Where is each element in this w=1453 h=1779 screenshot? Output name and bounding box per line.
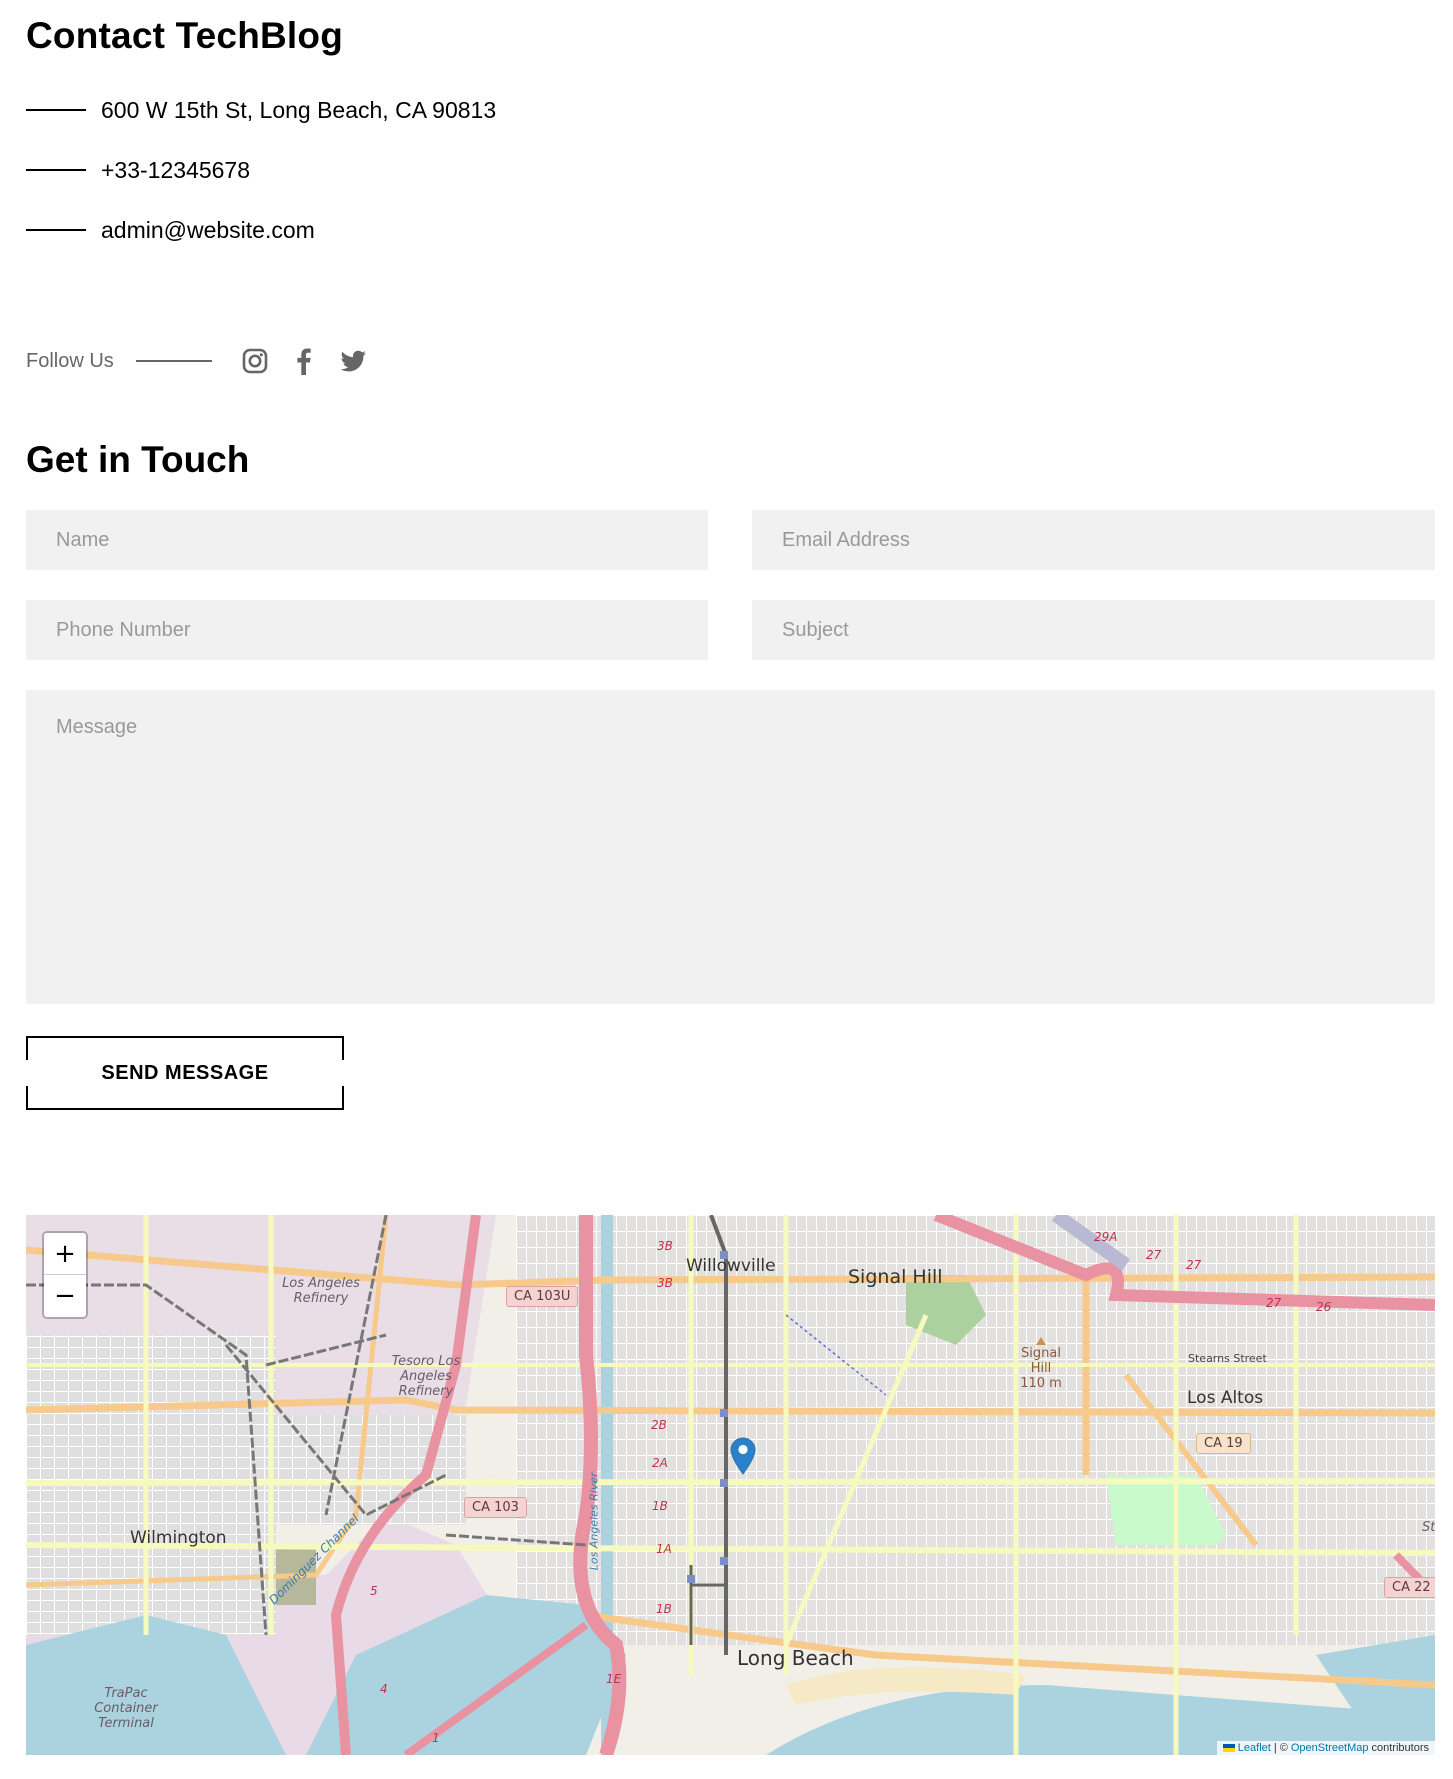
instagram-icon[interactable] — [240, 346, 270, 376]
dash-divider — [26, 229, 86, 231]
map-label-trapac-terminal: TraPac Container Terminal — [94, 1686, 158, 1731]
subject-input[interactable] — [752, 600, 1435, 660]
leaflet-link[interactable]: Leaflet — [1238, 1742, 1271, 1754]
ukraine-flag-icon — [1222, 1744, 1235, 1752]
map-label-partial: Sta — [1422, 1520, 1435, 1535]
exit-label: 1 — [432, 1731, 440, 1745]
exit-label: 3B — [657, 1276, 673, 1290]
openstreetmap-link[interactable]: OpenStreetMap — [1291, 1742, 1369, 1754]
phone-text: +33-12345678 — [101, 157, 251, 183]
map-zoom-control: + − — [42, 1231, 88, 1319]
map-label-signal-hill: Signal Hill — [848, 1266, 943, 1288]
dash-divider — [26, 109, 86, 111]
social-links — [240, 346, 387, 376]
form-title: Get in Touch — [26, 439, 250, 480]
shield-ca-103u: CA 103U — [506, 1286, 579, 1307]
contact-email: admin@website.com — [26, 200, 496, 260]
peak-icon — [1036, 1337, 1046, 1345]
send-message-button[interactable]: SEND MESSAGE — [26, 1036, 344, 1110]
map-label-wilmington: Wilmington — [130, 1528, 227, 1548]
exit-label: 1B — [652, 1499, 668, 1513]
map-label-los-altos: Los Altos — [1187, 1388, 1264, 1408]
twitter-icon[interactable] — [338, 346, 368, 376]
shield-ca-103: CA 103 — [464, 1497, 527, 1518]
email-text: admin@website.com — [101, 217, 315, 243]
contact-address: 600 W 15th St, Long Beach, CA 90813 — [26, 80, 496, 140]
shield-ca-19: CA 19 — [1196, 1433, 1251, 1454]
message-textarea[interactable] — [26, 690, 1435, 1004]
exit-label: 1B — [656, 1602, 672, 1616]
exit-label: 4 — [380, 1682, 388, 1696]
peak-elevation: 110 m — [1020, 1375, 1062, 1391]
page-title: Contact TechBlog — [26, 15, 344, 56]
map-label-stearns-street: Stearns Street — [1188, 1352, 1267, 1365]
address-text: 600 W 15th St, Long Beach, CA 90813 — [101, 97, 497, 123]
exit-label: 27 — [1266, 1296, 1282, 1310]
exit-label: 27 — [1186, 1258, 1202, 1272]
follow-us-label: Follow Us — [26, 349, 114, 372]
exit-label: 2A — [652, 1456, 668, 1470]
contact-phone: +33-12345678 — [26, 140, 496, 200]
zoom-out-button[interactable]: − — [44, 1275, 86, 1317]
zoom-in-button[interactable]: + — [44, 1233, 86, 1275]
attribution-suffix: contributors — [1371, 1742, 1429, 1754]
name-input[interactable] — [26, 510, 708, 570]
phone-input[interactable] — [26, 600, 708, 660]
exit-label: 2B — [651, 1418, 667, 1432]
map-label-willowville: Willowville — [686, 1256, 776, 1276]
peak-name: Signal Hill — [1021, 1346, 1061, 1376]
follow-us: Follow Us — [26, 345, 387, 377]
exit-label: 27 — [1146, 1248, 1162, 1262]
exit-label: 3B — [657, 1239, 673, 1253]
exit-label: 1E — [606, 1672, 622, 1686]
map-label-signal-hill-peak: Signal Hill 110 m — [1016, 1337, 1066, 1392]
map-attribution: Leaflet | © OpenStreetMap contributors — [1216, 1741, 1435, 1755]
map-marker-icon[interactable] — [730, 1437, 756, 1475]
map[interactable]: Willowville Signal Hill Los Altos Wilmin… — [26, 1215, 1435, 1755]
exit-label: 26 — [1316, 1300, 1332, 1314]
map-label-tesoro-refinery: Tesoro Los Angeles Refinery — [391, 1354, 461, 1399]
contact-info-list: 600 W 15th St, Long Beach, CA 90813 +33-… — [26, 80, 496, 260]
follow-divider — [135, 360, 212, 362]
shield-ca-22: CA 22 — [1384, 1577, 1435, 1598]
map-label-la-river: Los Angeles River — [587, 1472, 601, 1571]
email-input[interactable] — [752, 510, 1435, 570]
exit-label: 5 — [370, 1584, 378, 1598]
dash-divider — [26, 169, 86, 171]
map-label-long-beach: Long Beach — [737, 1646, 854, 1670]
attribution-separator: | © — [1273, 1742, 1288, 1754]
exit-label: 1A — [656, 1542, 672, 1556]
facebook-icon[interactable] — [289, 346, 319, 376]
map-tiles — [26, 1215, 1435, 1755]
exit-label: 29A — [1094, 1230, 1118, 1244]
map-label-la-refinery: Los Angeles Refinery — [282, 1276, 360, 1306]
